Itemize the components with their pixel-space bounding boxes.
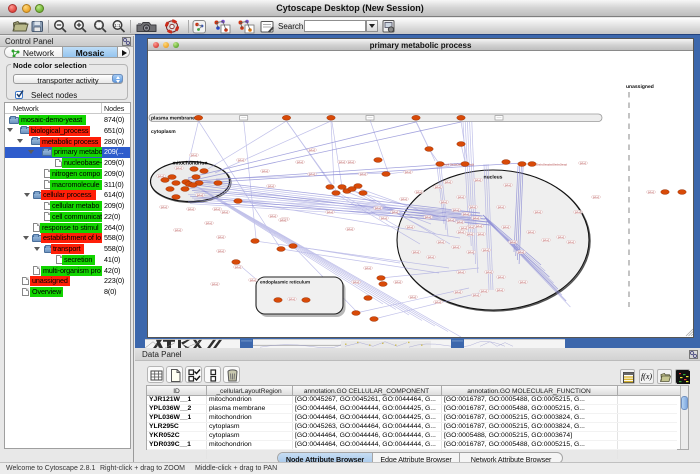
svg-text:cytoplasm: cytoplasm (151, 129, 176, 135)
svg-text:plasma membrane: plasma membrane (151, 116, 195, 122)
svg-text:OmbsOmadedOmbsOmad: OmbsOmadedOmbsOmad (536, 164, 567, 167)
svg-text:krp4 OmbsOmaded krad3: krp4 OmbsOmaded krad3 (444, 164, 474, 167)
svg-text:nucleus: nucleus (484, 175, 503, 181)
svg-text:mitochondrion: mitochondrion (173, 161, 208, 167)
svg-text:1:1: 1:1 (114, 23, 121, 28)
svg-text:unassigned: unassigned (626, 84, 654, 90)
svg-text:endoplasmic reticulum: endoplasmic reticulum (260, 280, 310, 285)
